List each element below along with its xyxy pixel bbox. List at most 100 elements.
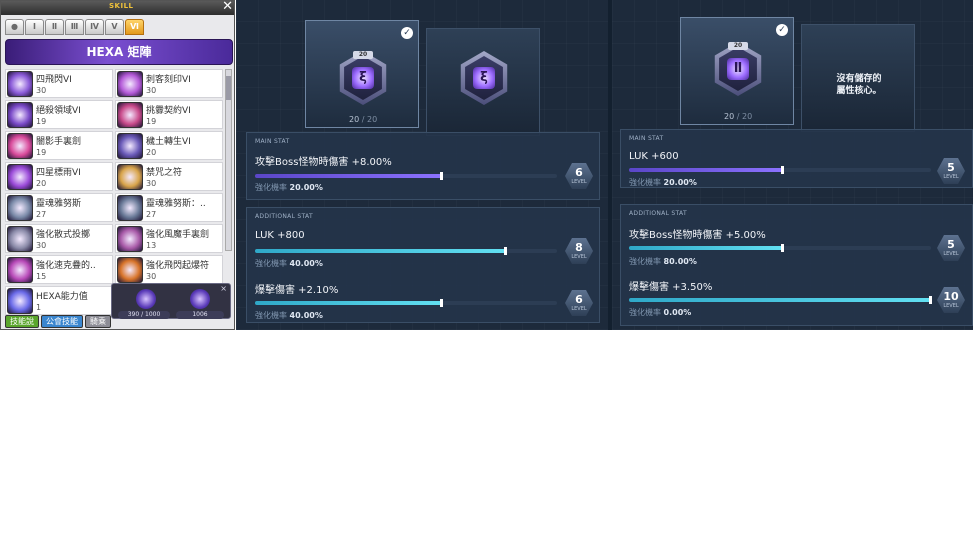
skill-icon[interactable]: [7, 226, 33, 252]
skill-window: SKILL ✕ ● Ⅰ Ⅱ Ⅲ Ⅳ Ⅴ Ⅵ HEXA 矩陣 四飛閃VI 30 刺客刻印VI 30 絕…: [0, 0, 235, 330]
hexa-stat-core-slot-2[interactable]: 沒有儲存的 屬性核心。: [801, 24, 915, 132]
skill-name: 闇影手裏劍: [36, 137, 82, 147]
rate-label: 強化機率: [629, 257, 661, 266]
skill-item[interactable]: 四星標雨VI 20: [5, 162, 113, 191]
skill-item[interactable]: 挑釁契約VI 19: [115, 100, 223, 129]
skill-tab[interactable]: Ⅰ: [25, 19, 44, 35]
skill-icon[interactable]: [7, 195, 33, 221]
level-label: LEVEL: [571, 254, 587, 260]
skill-level: 1: [36, 303, 42, 312]
level-label: LEVEL: [571, 179, 587, 185]
hexa-stat-core-slot-1[interactable]: ✓ ξ 20 20 / 20: [305, 20, 419, 128]
additional-stat-box: ADDITIONAL STAT 攻擊Boss怪物時傷害 +5.00% 強化機率 …: [620, 204, 973, 326]
skill-item[interactable]: HEXA能力值 1: [5, 286, 113, 315]
skill-icon[interactable]: [7, 257, 33, 283]
additional-stat-bar-fill: [629, 246, 784, 250]
skill-icon[interactable]: [7, 71, 33, 97]
rate-label: 強化機率: [629, 178, 661, 187]
hexa-stat-core-slot-1[interactable]: ✓ Ⅱ 20 20 / 20: [680, 17, 794, 125]
guild-skill-button[interactable]: 公會技能: [41, 315, 83, 328]
skill-icon[interactable]: [117, 226, 143, 252]
rate-value: 80.00%: [663, 257, 697, 266]
sol-erda-fragment-count: 1006: [176, 311, 224, 319]
skill-list-scrollbar[interactable]: [225, 69, 232, 251]
level-label: LEVEL: [943, 251, 959, 257]
main-stat-box: MAIN STAT LUK +600 強化機率 20.00% 5 LEVEL: [620, 129, 973, 188]
skill-item[interactable]: 強化散式投擲 30: [5, 224, 113, 253]
skill-level: 30: [146, 86, 157, 95]
main-stat-bar: [255, 172, 557, 180]
main-stat-header: MAIN STAT: [255, 138, 290, 145]
core-level-badge: 20: [353, 51, 373, 59]
additional-stat-bar-fill: [629, 298, 931, 302]
skill-item[interactable]: 強化飛閃起爆符 30: [115, 255, 223, 284]
skill-tab[interactable]: Ⅵ: [125, 19, 144, 35]
main-stat-box: MAIN STAT 攻擊Boss怪物時傷害 +8.00% 強化機率 20.00%…: [246, 132, 600, 200]
additional-stat-level-icon: 6 LEVEL: [565, 290, 593, 316]
skill-tab[interactable]: Ⅱ: [45, 19, 64, 35]
hexa-stat-core-slot-2[interactable]: ξ: [426, 28, 540, 136]
skill-tab[interactable]: Ⅳ: [85, 19, 104, 35]
skill-icon[interactable]: [7, 288, 33, 314]
hexa-stat-panel-left: ✓ ξ 20 20 / 20 ξ MAIN STAT 攻擊Boss怪物時傷害 +…: [236, 0, 608, 330]
skill-item[interactable]: 絕殺領域VI 19: [5, 100, 113, 129]
skill-name: 絕殺領域VI: [36, 106, 81, 116]
skill-name: 靈魂雅努斯：..: [146, 199, 206, 209]
skill-item[interactable]: 禁咒之符 30: [115, 162, 223, 191]
hexa-core-icon: ξ: [460, 51, 508, 105]
skill-icon[interactable]: [7, 133, 33, 159]
rate-label: 強化機率: [255, 311, 287, 320]
skill-item[interactable]: 靈魂雅努斯 27: [5, 193, 113, 222]
skill-item[interactable]: 四飛閃VI 30: [5, 69, 113, 98]
skill-description-button[interactable]: 技能說: [5, 315, 39, 328]
rate-label: 強化機率: [255, 259, 287, 268]
skill-item[interactable]: 強化速克疊的.. 15: [5, 255, 113, 284]
main-stat-rate: 強化機率 20.00%: [255, 182, 323, 193]
skill-icon[interactable]: [117, 164, 143, 190]
main-stat-name: 攻擊Boss怪物時傷害 +8.00%: [255, 157, 392, 168]
skill-icon[interactable]: [117, 133, 143, 159]
skill-icon[interactable]: [117, 195, 143, 221]
hexa-fragment-popup: × 390 / 1000 1006: [111, 283, 231, 319]
hexa-matrix-banner[interactable]: HEXA 矩陣: [5, 39, 233, 65]
skill-icon[interactable]: [117, 71, 143, 97]
additional-stat-bar-fill: [255, 301, 443, 305]
skill-icon[interactable]: [117, 102, 143, 128]
scrollbar-thumb[interactable]: [226, 76, 231, 100]
skill-tab[interactable]: ●: [5, 19, 24, 35]
mount-button[interactable]: 騎乘: [85, 315, 111, 328]
skill-name: 四星標雨VI: [36, 168, 81, 178]
skill-level: 20: [146, 148, 157, 157]
close-icon[interactable]: ✕: [222, 1, 233, 14]
skill-icon[interactable]: [7, 102, 33, 128]
level-number: 5: [947, 238, 955, 251]
main-stat-name: LUK +600: [629, 151, 679, 162]
skill-item[interactable]: 刺客刻印VI 30: [115, 69, 223, 98]
check-icon: ✓: [401, 27, 413, 39]
skill-item[interactable]: 靈魂雅努斯：.. 27: [115, 193, 223, 222]
skill-name: 挑釁契約VI: [146, 106, 191, 116]
additional-stat-name: 攻擊Boss怪物時傷害 +5.00%: [629, 230, 766, 241]
skill-tab[interactable]: Ⅲ: [65, 19, 84, 35]
skill-level: 30: [146, 272, 157, 281]
skill-icon[interactable]: [7, 164, 33, 190]
popup-close-icon[interactable]: ×: [220, 284, 227, 293]
sol-erda-gauge: 390 / 1000: [118, 311, 170, 319]
skill-name: 強化風魔手裏劍: [146, 230, 210, 240]
skill-level: 30: [146, 179, 157, 188]
rate-value: 20.00%: [289, 183, 323, 192]
additional-stat-rate: 強化機率 0.00%: [629, 307, 691, 318]
rate-value: 40.00%: [289, 259, 323, 268]
skill-window-titlebar[interactable]: SKILL ✕: [1, 1, 234, 15]
skill-item[interactable]: 穢土轉生VI 20: [115, 131, 223, 160]
additional-stat-bar: [629, 296, 932, 304]
skill-icon[interactable]: [117, 257, 143, 283]
skill-tab[interactable]: Ⅴ: [105, 19, 124, 35]
skill-item[interactable]: 強化風魔手裏劍 13: [115, 224, 223, 253]
skill-tabs: ● Ⅰ Ⅱ Ⅲ Ⅳ Ⅴ Ⅵ: [5, 19, 144, 35]
skill-name: 靈魂雅努斯: [36, 199, 82, 209]
skill-item[interactable]: 闇影手裏劍 19: [5, 131, 113, 160]
bar-marker: [781, 244, 785, 252]
main-stat-level-icon: 5 LEVEL: [937, 158, 965, 184]
check-icon: ✓: [776, 24, 788, 36]
